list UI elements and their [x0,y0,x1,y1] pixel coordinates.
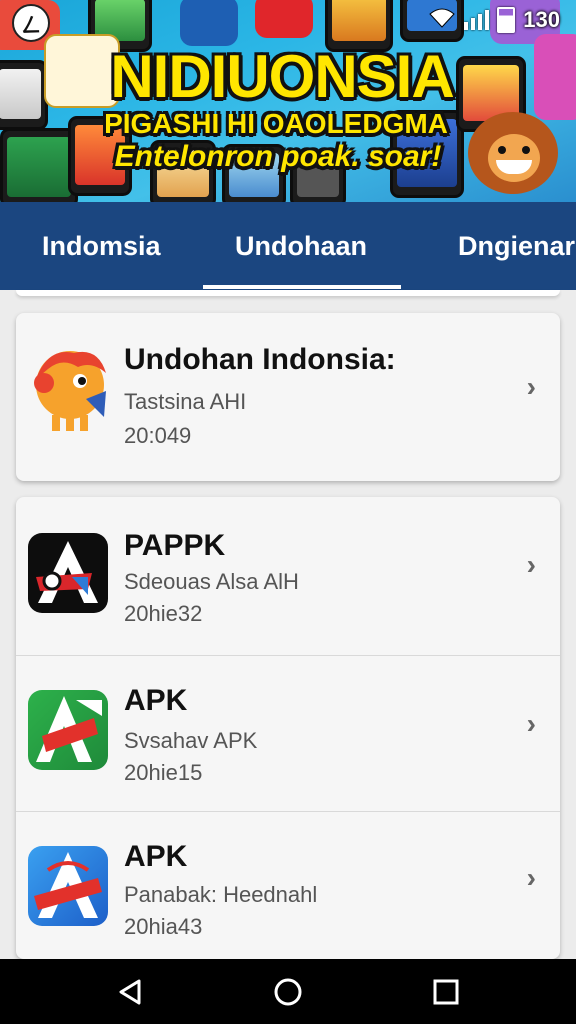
app-logo-green-icon [28,690,108,770]
list-top-edge [16,290,560,296]
banner-tile [180,0,238,46]
signal-icon [464,10,490,30]
tab-indomsia[interactable]: Indomsia [42,202,161,290]
tab-undohaan[interactable]: Undohaan [235,202,367,290]
home-icon[interactable] [248,959,328,1024]
app-subtitle: Panabak: Heednahl [124,882,318,907]
promo-banner[interactable]: NIDIUONSIA PIGASHI HI OAOLEDGMA Entelonr… [0,0,576,202]
app-title: APK [124,684,188,717]
app-logo-blue-icon [28,846,108,926]
battery-icon [497,7,516,33]
app-title: APK [124,840,188,873]
app-subtitle: Svsahav APK [124,728,258,753]
featured-card[interactable]: Undohan Indonsia: Tastsina AHI 20:049 › [16,313,560,481]
app-date: 20hia43 [124,914,203,939]
app-title: PAPPK [124,529,226,562]
recents-icon[interactable] [406,959,486,1024]
back-icon[interactable] [90,959,170,1024]
app-date: 20hie15 [124,760,203,785]
status-bar: 130 [428,6,560,34]
chevron-right-icon: › [526,862,536,893]
banner-title: NIDIUONSIA [110,43,454,110]
featured-date: 20:049 [124,423,192,448]
status-app-icon: ㄥ [12,4,50,42]
app-list: PAPPK Sdeouas Alsa AlH 20hie32 › APK Svs… [16,497,560,959]
mascot-icon [26,343,114,435]
tab-selected-indicator [203,285,401,289]
app-logo-black-icon [28,533,108,613]
wifi-icon [428,6,456,34]
list-item[interactable]: APK Svsahav APK 20hie15 › [16,655,560,812]
featured-title: Undohan Indonsia: [124,343,396,376]
chevron-right-icon: › [526,371,536,402]
featured-subtitle: Tastsina AHI [124,389,247,414]
app-date: 20hie32 [124,601,203,626]
list-item[interactable]: APK Panabak: Heednahl 20hia43 › [16,811,560,960]
list-item[interactable]: PAPPK Sdeouas Alsa AlH 20hie32 › [16,497,560,655]
banner-subtitle: PIGASHI HI OAOLEDGMA [104,108,448,139]
app-subtitle: Sdeouas Alsa AlH [124,569,299,594]
chevron-right-icon: › [526,708,536,739]
tab-dngienar[interactable]: Dngienar [458,202,575,290]
banner-tagline: Entelonron poak. soar! [114,140,442,173]
tab-bar: Indomsia Undohaan Dngienar [0,202,576,290]
chevron-right-icon: › [526,549,536,580]
system-nav-bar [0,959,576,1024]
status-time: 130 [523,7,560,32]
banner-tile [255,0,313,38]
